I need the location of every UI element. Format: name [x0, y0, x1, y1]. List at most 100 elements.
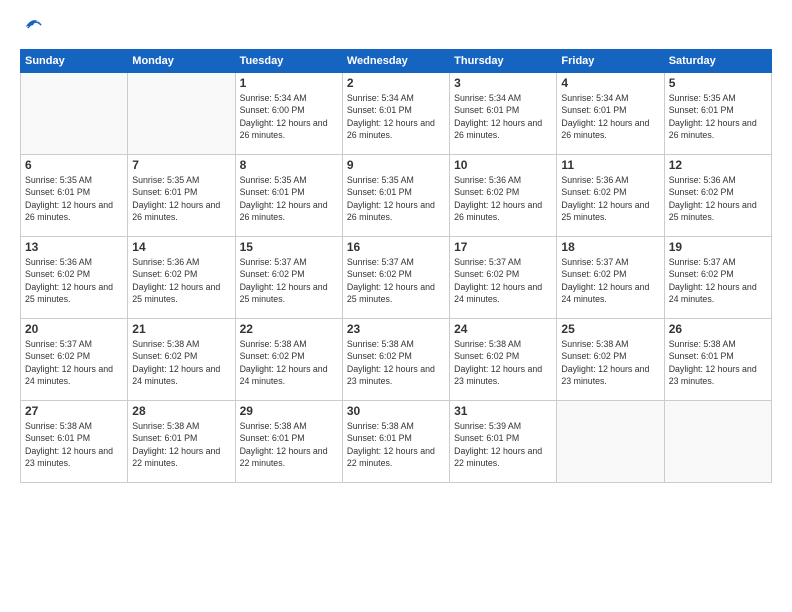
day-number: 19: [669, 240, 767, 254]
calendar-week-row: 27Sunrise: 5:38 AM Sunset: 6:01 PM Dayli…: [21, 401, 772, 483]
calendar-table: SundayMondayTuesdayWednesdayThursdayFrid…: [20, 49, 772, 483]
calendar-week-row: 20 Sunrise: 5:37 AM Sunset: 6:02 PM Dayli…: [21, 319, 772, 401]
day-number: 17: [454, 240, 552, 254]
day-number: 15: [240, 240, 338, 254]
calendar-cell: 25 Sunrise: 5:38 AM Sunset: 6:02 PM Dayli…: [557, 319, 664, 401]
day-info: Sunrise: 5:36 AM Sunset: 6:02 PM Dayligh…: [25, 256, 123, 305]
calendar-cell: 8 Sunrise: 5:35 AM Sunset: 6:01 PM Daylig…: [235, 155, 342, 237]
calendar-cell: 20 Sunrise: 5:37 AM Sunset: 6:02 PM Dayli…: [21, 319, 128, 401]
calendar-header-cell: Sunday: [21, 50, 128, 73]
day-info: Sunrise: 5:38 AM Sunset: 6:02 PM Dayligh…: [561, 338, 659, 387]
day-info: Sunrise: 5:34 AM Sunset: 6:00 PM Dayligh…: [240, 92, 338, 141]
day-info: Sunrise: 5:37 AM Sunset: 6:02 PM Dayligh…: [347, 256, 445, 305]
day-info: Sunrise: 5:38 AM Sunset: 6:02 PM Dayligh…: [454, 338, 552, 387]
day-info: Sunrise: 5:35 AM Sunset: 6:01 PM Dayligh…: [347, 174, 445, 223]
day-info: Sunrise: 5:38 AM Sunset: 6:01 PM Dayligh…: [347, 420, 445, 469]
calendar-cell: 30 Sunrise: 5:38 AM Sunset: 6:01 PM Dayli…: [342, 401, 449, 483]
calendar-cell: [664, 401, 771, 483]
day-number: 11: [561, 158, 659, 172]
calendar-week-row: 6 Sunrise: 5:35 AM Sunset: 6:01 PM Daylig…: [21, 155, 772, 237]
calendar-cell: 27Sunrise: 5:38 AM Sunset: 6:01 PM Dayli…: [21, 401, 128, 483]
day-number: 31: [454, 404, 552, 418]
calendar-cell: [128, 73, 235, 155]
calendar-cell: 16 Sunrise: 5:37 AM Sunset: 6:02 PM Dayli…: [342, 237, 449, 319]
calendar-cell: 18Sunrise: 5:37 AM Sunset: 6:02 PM Dayli…: [557, 237, 664, 319]
day-number: 14: [132, 240, 230, 254]
day-info: Sunrise: 5:37 AM Sunset: 6:02 PM Dayligh…: [454, 256, 552, 305]
day-info: Sunrise: 5:38 AM Sunset: 6:01 PM Dayligh…: [132, 420, 230, 469]
calendar-cell: 29Sunrise: 5:38 AM Sunset: 6:01 PM Dayli…: [235, 401, 342, 483]
calendar-week-row: 13 Sunrise: 5:36 AM Sunset: 6:02 PM Dayli…: [21, 237, 772, 319]
day-number: 30: [347, 404, 445, 418]
day-number: 3: [454, 76, 552, 90]
day-info: Sunrise: 5:38 AM Sunset: 6:02 PM Dayligh…: [132, 338, 230, 387]
day-info: Sunrise: 5:34 AM Sunset: 6:01 PM Dayligh…: [561, 92, 659, 141]
day-info: Sunrise: 5:34 AM Sunset: 6:01 PM Dayligh…: [454, 92, 552, 141]
day-info: Sunrise: 5:35 AM Sunset: 6:01 PM Dayligh…: [132, 174, 230, 223]
calendar-cell: 23 Sunrise: 5:38 AM Sunset: 6:02 PM Dayli…: [342, 319, 449, 401]
day-number: 13: [25, 240, 123, 254]
day-number: 24: [454, 322, 552, 336]
calendar-cell: 14Sunrise: 5:36 AM Sunset: 6:02 PM Dayli…: [128, 237, 235, 319]
day-info: Sunrise: 5:37 AM Sunset: 6:02 PM Dayligh…: [240, 256, 338, 305]
calendar-cell: 11 Sunrise: 5:36 AM Sunset: 6:02 PM Dayli…: [557, 155, 664, 237]
calendar-header-cell: Monday: [128, 50, 235, 73]
day-number: 25: [561, 322, 659, 336]
calendar-cell: [557, 401, 664, 483]
day-info: Sunrise: 5:35 AM Sunset: 6:01 PM Dayligh…: [240, 174, 338, 223]
calendar-cell: 17 Sunrise: 5:37 AM Sunset: 6:02 PM Dayli…: [450, 237, 557, 319]
day-info: Sunrise: 5:38 AM Sunset: 6:02 PM Dayligh…: [347, 338, 445, 387]
calendar-cell: 3 Sunrise: 5:34 AM Sunset: 6:01 PM Daylig…: [450, 73, 557, 155]
day-number: 12: [669, 158, 767, 172]
day-number: 10: [454, 158, 552, 172]
day-number: 22: [240, 322, 338, 336]
calendar-cell: 21Sunrise: 5:38 AM Sunset: 6:02 PM Dayli…: [128, 319, 235, 401]
day-number: 8: [240, 158, 338, 172]
calendar-header-cell: Saturday: [664, 50, 771, 73]
day-info: Sunrise: 5:36 AM Sunset: 6:02 PM Dayligh…: [561, 174, 659, 223]
logo: [20, 16, 44, 39]
day-number: 20: [25, 322, 123, 336]
day-info: Sunrise: 5:37 AM Sunset: 6:02 PM Dayligh…: [669, 256, 767, 305]
day-number: 29: [240, 404, 338, 418]
day-number: 16: [347, 240, 445, 254]
day-info: Sunrise: 5:34 AM Sunset: 6:01 PM Dayligh…: [347, 92, 445, 141]
calendar-header-cell: Thursday: [450, 50, 557, 73]
calendar-cell: 10 Sunrise: 5:36 AM Sunset: 6:02 PM Dayli…: [450, 155, 557, 237]
calendar-cell: 4 Sunrise: 5:34 AM Sunset: 6:01 PM Daylig…: [557, 73, 664, 155]
day-number: 7: [132, 158, 230, 172]
calendar-cell: 31Sunrise: 5:39 AM Sunset: 6:01 PM Dayli…: [450, 401, 557, 483]
day-info: Sunrise: 5:35 AM Sunset: 6:01 PM Dayligh…: [25, 174, 123, 223]
day-number: 23: [347, 322, 445, 336]
day-info: Sunrise: 5:38 AM Sunset: 6:01 PM Dayligh…: [669, 338, 767, 387]
day-info: Sunrise: 5:38 AM Sunset: 6:02 PM Dayligh…: [240, 338, 338, 387]
day-info: Sunrise: 5:38 AM Sunset: 6:01 PM Dayligh…: [25, 420, 123, 469]
calendar-cell: 12 Sunrise: 5:36 AM Sunset: 6:02 PM Dayli…: [664, 155, 771, 237]
day-number: 26: [669, 322, 767, 336]
day-info: Sunrise: 5:37 AM Sunset: 6:02 PM Dayligh…: [561, 256, 659, 305]
day-info: Sunrise: 5:35 AM Sunset: 6:01 PM Dayligh…: [669, 92, 767, 141]
calendar-cell: 13 Sunrise: 5:36 AM Sunset: 6:02 PM Dayli…: [21, 237, 128, 319]
calendar-cell: 28Sunrise: 5:38 AM Sunset: 6:01 PM Dayli…: [128, 401, 235, 483]
calendar-header-cell: Tuesday: [235, 50, 342, 73]
day-number: 2: [347, 76, 445, 90]
calendar-cell: [21, 73, 128, 155]
calendar-header-row: SundayMondayTuesdayWednesdayThursdayFrid…: [21, 50, 772, 73]
calendar-cell: 19 Sunrise: 5:37 AM Sunset: 6:02 PM Dayli…: [664, 237, 771, 319]
calendar-cell: 26 Sunrise: 5:38 AM Sunset: 6:01 PM Dayli…: [664, 319, 771, 401]
calendar-cell: 5 Sunrise: 5:35 AM Sunset: 6:01 PM Daylig…: [664, 73, 771, 155]
day-number: 4: [561, 76, 659, 90]
calendar-cell: 9Sunrise: 5:35 AM Sunset: 6:01 PM Daylig…: [342, 155, 449, 237]
day-info: Sunrise: 5:37 AM Sunset: 6:02 PM Dayligh…: [25, 338, 123, 387]
day-info: Sunrise: 5:36 AM Sunset: 6:02 PM Dayligh…: [669, 174, 767, 223]
day-number: 5: [669, 76, 767, 90]
page: SundayMondayTuesdayWednesdayThursdayFrid…: [0, 0, 792, 612]
calendar-header-cell: Wednesday: [342, 50, 449, 73]
calendar-cell: 2 Sunrise: 5:34 AM Sunset: 6:01 PM Daylig…: [342, 73, 449, 155]
calendar-cell: 22 Sunrise: 5:38 AM Sunset: 6:02 PM Dayli…: [235, 319, 342, 401]
day-number: 6: [25, 158, 123, 172]
calendar-cell: 6 Sunrise: 5:35 AM Sunset: 6:01 PM Daylig…: [21, 155, 128, 237]
calendar-header-cell: Friday: [557, 50, 664, 73]
calendar-cell: 7 Sunrise: 5:35 AM Sunset: 6:01 PM Daylig…: [128, 155, 235, 237]
day-info: Sunrise: 5:36 AM Sunset: 6:02 PM Dayligh…: [454, 174, 552, 223]
